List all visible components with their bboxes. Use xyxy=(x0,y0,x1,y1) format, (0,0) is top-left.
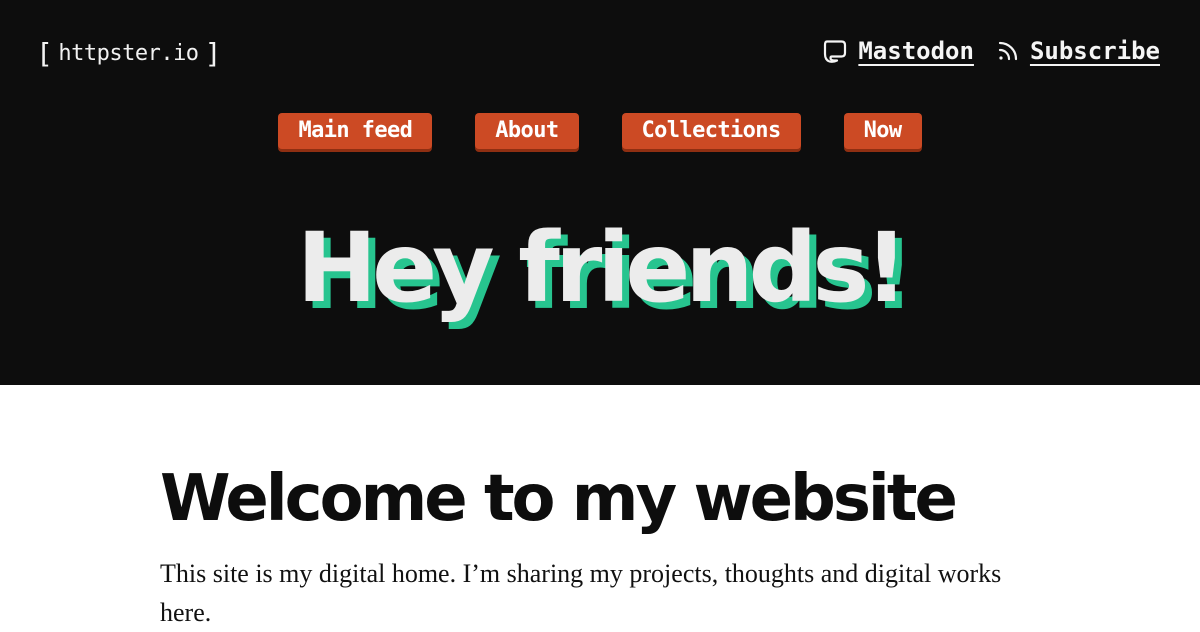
hero-heading: Hey friends! xyxy=(296,212,909,324)
nav-collections-button[interactable]: Collections xyxy=(621,113,801,149)
page-title: Welcome to my website xyxy=(160,462,958,536)
main-content: Welcome to my website This site is my di… xyxy=(0,385,1200,630)
rss-icon xyxy=(996,39,1020,63)
top-links: Mastodon Subscribe xyxy=(822,37,1160,65)
nav-main-feed-button[interactable]: Main feed xyxy=(278,113,433,149)
nav-now-button[interactable]: Now xyxy=(843,113,922,149)
mastodon-link-label: Mastodon xyxy=(858,37,974,65)
site-logo[interactable]: [ httpster.io ] xyxy=(36,36,221,72)
nav-about-button[interactable]: About xyxy=(475,113,579,149)
mastodon-icon xyxy=(822,38,848,64)
logo-bracket-left: [ xyxy=(36,37,53,70)
mastodon-link[interactable]: Mastodon xyxy=(822,37,974,65)
logo-bracket-right: ] xyxy=(204,37,222,70)
main-nav: Main feed About Collections Now xyxy=(0,113,1200,149)
intro-paragraph: This site is my digital home. I’m sharin… xyxy=(160,559,1002,627)
logo-text: httpster.io xyxy=(58,41,199,66)
site-header: [ httpster.io ] Mastodon Subscribe Main … xyxy=(0,0,1200,385)
subscribe-link-label: Subscribe xyxy=(1029,37,1160,65)
subscribe-link[interactable]: Subscribe xyxy=(996,37,1160,65)
